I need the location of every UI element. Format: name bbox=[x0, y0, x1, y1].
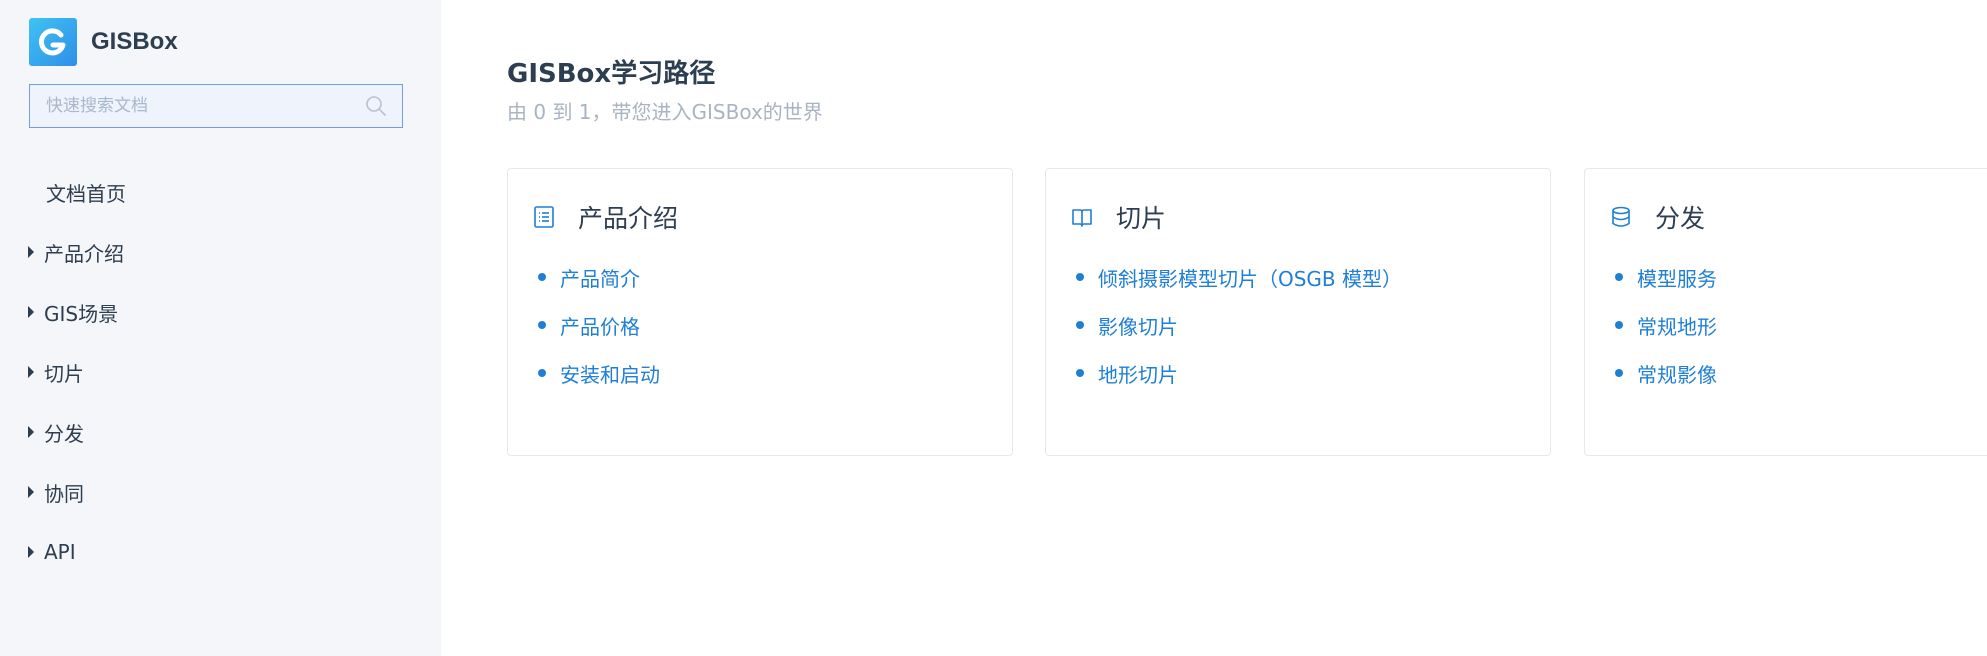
card-link[interactable]: 影像切片 bbox=[1076, 301, 1402, 349]
caret-right-icon bbox=[28, 486, 34, 498]
sidebar-item-api[interactable]: API bbox=[0, 522, 441, 582]
app-root: GISBox 文档首页 产品介绍 GIS场景 切片 bbox=[0, 0, 1987, 656]
sidebar-item-label: API bbox=[44, 540, 76, 564]
caret-right-icon bbox=[28, 546, 34, 558]
sidebar-item-label: 切片 bbox=[44, 361, 84, 386]
card-distribution: 分发 模型服务 常规地形 常规影像 bbox=[1584, 168, 1987, 456]
bullet-icon bbox=[1615, 321, 1623, 329]
card-link[interactable]: 安装和启动 bbox=[538, 349, 660, 397]
bullet-icon bbox=[538, 321, 546, 329]
main-content: GISBox学习路径 由 0 到 1，带您进入GISBox的世界 产品介绍 产品… bbox=[441, 0, 1987, 656]
sidebar-item-label: 协同 bbox=[44, 481, 84, 506]
database-icon bbox=[1612, 206, 1630, 227]
sidebar-item-label: 产品介绍 bbox=[44, 241, 124, 266]
bullet-icon bbox=[538, 369, 546, 377]
card-link-list: 模型服务 常规地形 常规影像 bbox=[1615, 253, 1717, 397]
card-link-list: 产品简介 产品价格 安装和启动 bbox=[538, 253, 660, 397]
gisbox-logo-icon bbox=[29, 18, 77, 66]
card-link[interactable]: 模型服务 bbox=[1615, 253, 1717, 301]
link-label: 常规影像 bbox=[1637, 362, 1717, 387]
bullet-icon bbox=[1076, 369, 1084, 377]
card-link[interactable]: 地形切片 bbox=[1076, 349, 1402, 397]
list-icon bbox=[534, 206, 554, 228]
link-label: 产品价格 bbox=[560, 314, 640, 339]
sidebar-item-home[interactable]: 文档首页 bbox=[0, 162, 441, 222]
caret-right-icon bbox=[28, 426, 34, 438]
link-label: 模型服务 bbox=[1637, 266, 1717, 291]
search-box[interactable] bbox=[29, 84, 403, 128]
sidebar-item-gis-scene[interactable]: GIS场景 bbox=[0, 282, 441, 342]
card-product-intro: 产品介绍 产品简介 产品价格 安装和启动 bbox=[507, 168, 1013, 456]
caret-right-icon bbox=[28, 306, 34, 318]
sidebar-nav: 文档首页 产品介绍 GIS场景 切片 分发 协同 API bbox=[0, 162, 441, 582]
search-input[interactable] bbox=[44, 95, 364, 117]
link-label: 产品简介 bbox=[560, 266, 640, 291]
card-title: 产品介绍 bbox=[578, 204, 679, 233]
bullet-icon bbox=[538, 273, 546, 281]
sidebar-item-tiling[interactable]: 切片 bbox=[0, 342, 441, 402]
caret-right-icon bbox=[28, 246, 34, 258]
card-link[interactable]: 倾斜摄影模型切片（OSGB 模型） bbox=[1076, 253, 1402, 301]
book-icon bbox=[1072, 209, 1092, 227]
card-title: 切片 bbox=[1116, 204, 1167, 233]
page-title: GISBox学习路径 bbox=[507, 59, 716, 89]
card-link[interactable]: 产品简介 bbox=[538, 253, 660, 301]
card-link[interactable]: 产品价格 bbox=[538, 301, 660, 349]
link-label: 影像切片 bbox=[1098, 314, 1178, 339]
caret-right-icon bbox=[28, 366, 34, 378]
sidebar: GISBox 文档首页 产品介绍 GIS场景 切片 bbox=[0, 0, 441, 656]
sidebar-item-collaboration[interactable]: 协同 bbox=[0, 462, 441, 522]
sidebar-item-distribution[interactable]: 分发 bbox=[0, 402, 441, 462]
card-title: 分发 bbox=[1655, 204, 1706, 233]
sidebar-item-product-intro[interactable]: 产品介绍 bbox=[0, 222, 441, 282]
card-header: 分发 bbox=[1609, 199, 1705, 235]
card-header: 产品介绍 bbox=[532, 199, 678, 235]
link-label: 倾斜摄影模型切片（OSGB 模型） bbox=[1098, 266, 1403, 291]
bullet-icon bbox=[1076, 321, 1084, 329]
bullet-icon bbox=[1076, 273, 1084, 281]
card-link-list: 倾斜摄影模型切片（OSGB 模型） 影像切片 地形切片 bbox=[1076, 253, 1402, 397]
card-tiling: 切片 倾斜摄影模型切片（OSGB 模型） 影像切片 地形切片 bbox=[1045, 168, 1551, 456]
link-label: 地形切片 bbox=[1098, 362, 1178, 387]
card-link[interactable]: 常规影像 bbox=[1615, 349, 1717, 397]
card-header: 切片 bbox=[1070, 199, 1166, 235]
card-link[interactable]: 常规地形 bbox=[1615, 301, 1717, 349]
search-icon[interactable] bbox=[364, 94, 388, 118]
sidebar-item-label: 文档首页 bbox=[46, 181, 126, 206]
bullet-icon bbox=[1615, 273, 1623, 281]
brand[interactable]: GISBox bbox=[29, 18, 178, 66]
sidebar-item-label: GIS场景 bbox=[44, 301, 119, 326]
bullet-icon bbox=[1615, 369, 1623, 377]
page-subtitle: 由 0 到 1，带您进入GISBox的世界 bbox=[507, 100, 823, 124]
brand-name: GISBox bbox=[91, 28, 178, 55]
link-label: 常规地形 bbox=[1637, 314, 1717, 339]
sidebar-item-label: 分发 bbox=[44, 421, 84, 446]
link-label: 安装和启动 bbox=[560, 362, 660, 387]
